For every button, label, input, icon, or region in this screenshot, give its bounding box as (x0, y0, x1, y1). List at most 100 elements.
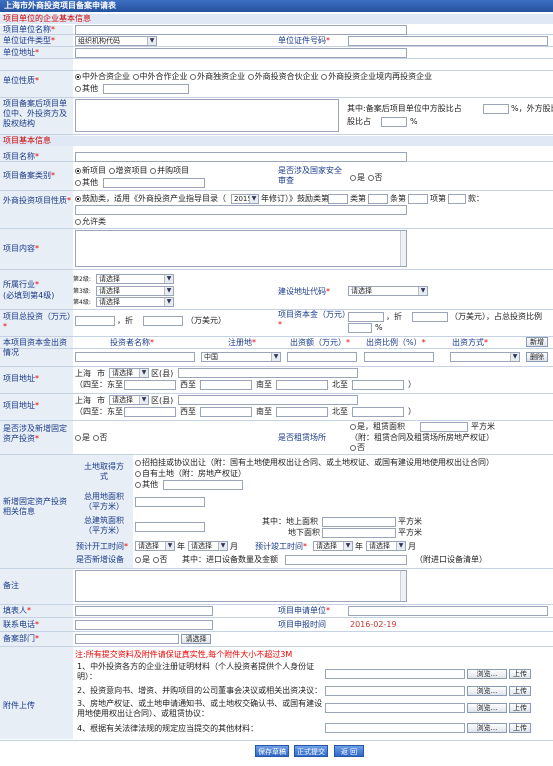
back-button[interactable]: 返 回 (334, 745, 364, 757)
encourage-note-input[interactable] (75, 205, 407, 215)
choose-dept-button[interactable]: 请选择 (181, 634, 211, 644)
encourage-class-input[interactable] (328, 194, 348, 204)
addr2-north-input[interactable] (352, 407, 404, 417)
attach-3-browse-button[interactable]: 浏览... (467, 703, 507, 713)
filing-other-radio[interactable]: 其他 (75, 178, 98, 188)
cert-type-select[interactable]: 组织机构代码 ▼ (75, 36, 157, 46)
land-area-input[interactable] (135, 497, 205, 507)
investor-name-input[interactable] (75, 352, 195, 362)
label-cert-no: 单位证件号码* (278, 36, 330, 45)
security-radio[interactable]: 是 否 (350, 173, 383, 183)
rent-no-radio[interactable]: 否 (350, 443, 365, 453)
total-usd-input[interactable] (143, 316, 183, 326)
filing-radio-group[interactable]: 新项目 增资项目 并购项目 (75, 166, 189, 176)
nature-other-input[interactable] (103, 84, 189, 94)
label-new-assets: 新增固定资产投资相关信息 (3, 497, 67, 516)
project-name-input[interactable] (75, 152, 407, 162)
investor-amount-input[interactable] (287, 352, 357, 362)
addr2-west-label: 西至 (180, 407, 196, 416)
attach-2-browse-button[interactable]: 浏览... (467, 686, 507, 696)
addr2-detail-input[interactable] (178, 395, 358, 405)
remark-textarea[interactable] (75, 570, 407, 602)
add-investor-button[interactable]: 新增 (526, 337, 548, 347)
filler-input[interactable] (75, 606, 213, 616)
addr1-south-input[interactable] (276, 380, 328, 390)
addr1-north-input[interactable] (352, 380, 404, 390)
addr2-east-input[interactable] (124, 407, 176, 417)
equip-radio[interactable]: 是 否 (135, 555, 168, 565)
attach-4-input[interactable] (325, 723, 465, 733)
total-invest-input[interactable] (75, 316, 115, 326)
save-draft-button[interactable]: 保存草稿 (255, 745, 289, 757)
attach-1-browse-button[interactable]: 浏览... (467, 669, 507, 679)
land-other-input[interactable] (163, 480, 243, 490)
addr1-shi: 市 (97, 369, 105, 378)
addr1-east-input[interactable] (124, 380, 176, 390)
equip-input[interactable] (285, 555, 407, 565)
nature-other-radio[interactable]: 其他 (75, 84, 98, 94)
build-area-input[interactable] (135, 522, 205, 532)
level2-select[interactable]: 请选择 ▼ (96, 274, 174, 284)
start-year-select[interactable]: 请选择 ▼ (135, 541, 175, 551)
equity-foreign-input[interactable] (381, 117, 407, 127)
equity-textarea[interactable] (75, 99, 339, 132)
content-textarea[interactable] (75, 230, 407, 267)
investor-method-select[interactable]: ▼ (450, 352, 520, 362)
attach-4-upload-button[interactable]: 上传 (509, 723, 531, 733)
capital-usd-input[interactable] (412, 312, 448, 322)
addr2-district-select[interactable]: 请选择 ▼ (109, 395, 149, 405)
unit-name-input[interactable] (75, 25, 407, 35)
addr1-district-select[interactable]: 请选择 ▼ (109, 368, 149, 378)
apply-date-value: 2016-02-19 (350, 620, 397, 629)
label-rent: 是否租赁场所 (278, 433, 326, 442)
new-assets-radio[interactable]: 是 否 (75, 433, 108, 443)
allowed-radio[interactable]: 允许类 (75, 217, 106, 227)
attach-4-browse-button[interactable]: 浏览... (467, 723, 507, 733)
level4-select[interactable]: 请选择 ▼ (96, 297, 174, 307)
level3-select[interactable]: 请选择 ▼ (96, 286, 174, 296)
label-total-invest: 项目总投资（万元）* (3, 312, 75, 331)
encourage-item-input[interactable] (368, 194, 388, 204)
dept-input[interactable] (75, 634, 179, 644)
land-opt-1-radio[interactable]: 招拍挂或协议出让（附：国有土地使用权出让合同、或土地权证、或国有建设用地使用权出… (135, 458, 494, 468)
land-opt-3-radio[interactable]: 其他 (135, 480, 158, 490)
apply-unit-input[interactable] (348, 606, 548, 616)
region-select[interactable]: 请选择 ▼ (348, 286, 428, 296)
submit-button[interactable]: 正式提交 (294, 745, 328, 757)
cert-no-input[interactable] (348, 36, 548, 46)
addr1-city: 上海 (75, 369, 91, 378)
below-area-input[interactable] (322, 528, 396, 538)
unit-address-input[interactable] (75, 48, 407, 58)
attach-3-upload-button[interactable]: 上传 (509, 703, 531, 713)
start-month-select[interactable]: 请选择 ▼ (188, 541, 228, 551)
attach-3-input[interactable] (325, 703, 465, 713)
encourage-xiang-input[interactable] (408, 194, 428, 204)
above-area-input[interactable] (322, 517, 396, 527)
addr1-close: ） (408, 380, 416, 389)
investor-ratio-input[interactable] (364, 352, 434, 362)
delete-investor-button[interactable]: 删除 (526, 352, 548, 362)
phone-input[interactable] (75, 620, 213, 630)
addr1-detail-input[interactable] (178, 368, 358, 378)
rent-area-input[interactable] (420, 422, 468, 432)
addr2-south-input[interactable] (276, 407, 328, 417)
year-select[interactable]: 2015 ▼ (231, 194, 259, 204)
end-year-select[interactable]: 请选择 ▼ (313, 541, 353, 551)
capital-ratio-input[interactable] (348, 323, 372, 333)
equity-cn-input[interactable] (483, 104, 509, 114)
nature-radio-group[interactable]: 中外合资企业 中外合作企业 外商独资企业 外商投资合伙企业 外商投资企业境内再投… (75, 72, 432, 82)
attach-2-upload-button[interactable]: 上传 (509, 686, 531, 696)
encourage-radio[interactable]: 鼓励类，适用《外商投资产业指导目录（ (75, 194, 226, 204)
end-month-select[interactable]: 请选择 ▼ (366, 541, 406, 551)
attach-1-upload-button[interactable]: 上传 (509, 669, 531, 679)
rent-yes-radio[interactable]: 是，租赁面积 (350, 422, 405, 432)
capital-input[interactable] (348, 312, 384, 322)
addr1-west-input[interactable] (200, 380, 252, 390)
addr2-west-input[interactable] (200, 407, 252, 417)
attach-1-input[interactable] (325, 669, 465, 679)
encourage-count-input[interactable] (448, 194, 466, 204)
attach-2-input[interactable] (325, 686, 465, 696)
filing-other-input[interactable] (103, 178, 205, 188)
land-opt-2-radio[interactable]: 自有土地（附：房地产权证） (135, 469, 246, 479)
investor-country-select[interactable]: 中国 ▼ (201, 352, 281, 362)
